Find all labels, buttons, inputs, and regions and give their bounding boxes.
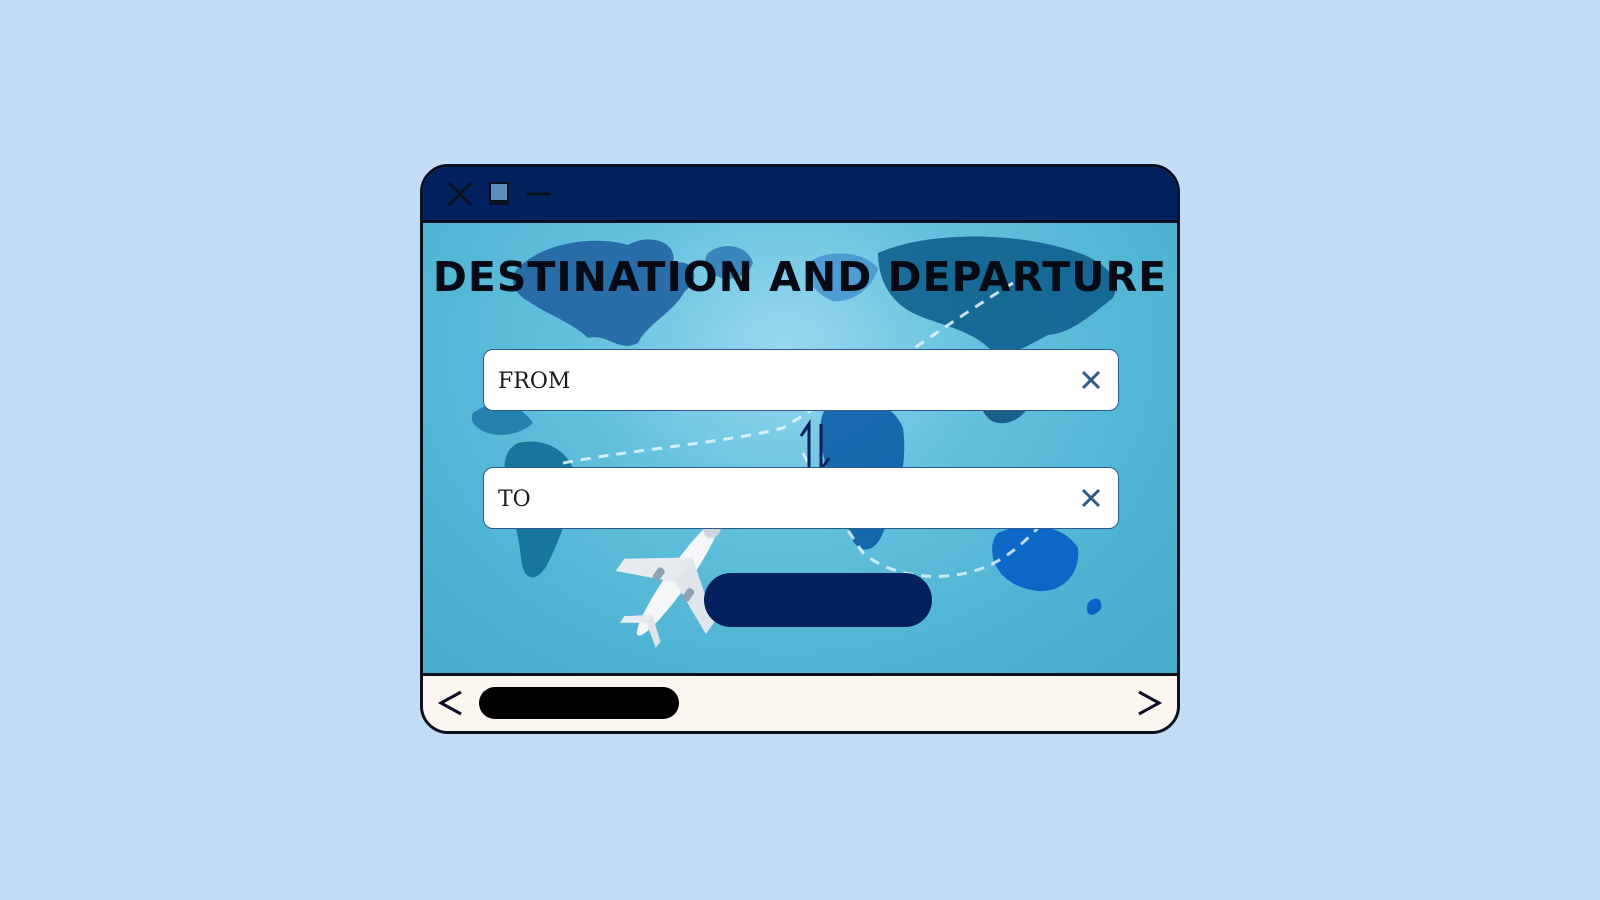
map-new-zealand <box>1086 598 1102 615</box>
from-input[interactable] <box>496 350 1040 412</box>
scrollbar-thumb[interactable] <box>479 687 679 719</box>
minimize-icon[interactable] <box>524 179 554 209</box>
main-panel: Destination and Departure <box>423 223 1177 673</box>
maximize-icon[interactable] <box>485 179 515 209</box>
title-bar <box>423 167 1177 223</box>
submit-button[interactable] <box>704 573 932 627</box>
close-icon[interactable] <box>445 179 475 209</box>
to-field[interactable] <box>483 467 1119 530</box>
close-x-icon[interactable] <box>1076 483 1106 513</box>
page-title: Destination and Departure <box>432 253 1168 301</box>
map-australia <box>992 525 1079 592</box>
bottom-bar <box>423 673 1177 731</box>
chevron-right-icon[interactable] <box>1133 686 1165 720</box>
to-input[interactable] <box>496 468 1040 530</box>
from-field[interactable] <box>483 349 1119 412</box>
app-window: Destination and Departure <box>420 164 1180 734</box>
close-x-icon[interactable] <box>1076 365 1106 395</box>
chevron-left-icon[interactable] <box>435 686 467 720</box>
